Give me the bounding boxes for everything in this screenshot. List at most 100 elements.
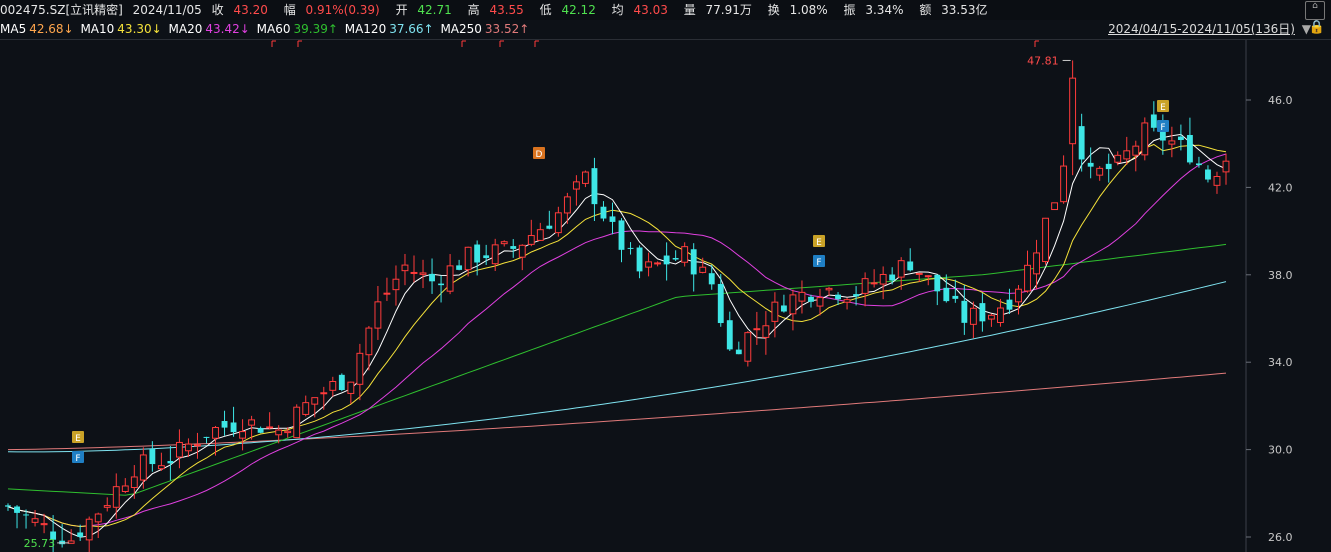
candle-body-up [816, 297, 824, 307]
top-flag-icon [297, 40, 302, 47]
candle-body-down [14, 506, 20, 513]
candle-body-up [987, 314, 995, 320]
candle-body-up [563, 196, 571, 214]
ma10-label: MA10 [80, 22, 115, 36]
candle-body-down [257, 427, 264, 433]
ma120-label: MA120 [344, 22, 387, 36]
y-tick-label: 42.0 [1268, 181, 1293, 194]
candle-body-up [1114, 154, 1122, 163]
candle-body-up [654, 262, 662, 265]
candle-body-up [825, 287, 833, 291]
y-tick-label: 26.0 [1268, 531, 1293, 544]
candle-body-down [1196, 163, 1202, 166]
candle-body-up [157, 465, 165, 470]
candle-body-down [483, 255, 490, 259]
ma120-value: 37.66↑ [389, 22, 434, 36]
change-label: 幅 [283, 3, 296, 17]
candle-body-up [554, 212, 562, 234]
candle-body-up [1213, 176, 1221, 186]
candle-body-up [1042, 217, 1049, 263]
candle-body-down [510, 246, 517, 249]
candle-body-up [374, 301, 382, 329]
candle-body-down [609, 216, 616, 222]
candle-body-down [429, 273, 435, 282]
high-value: 43.55 [489, 3, 524, 17]
candle-body-up [897, 260, 905, 278]
candle-body-down [338, 374, 345, 391]
candle-body-down [1177, 136, 1184, 141]
ma120-line [7, 281, 1227, 453]
candle-body-up [1123, 150, 1131, 160]
candle-body-down [1006, 299, 1013, 310]
candle-body-up [383, 292, 391, 295]
event-marker-label: D [536, 150, 543, 160]
candle-body-down [663, 255, 670, 265]
low-annotation-label: 25.73 [24, 537, 56, 550]
candle-body-up [1069, 77, 1077, 145]
candle-body-down [600, 206, 607, 219]
candle-body-down [717, 283, 724, 324]
candle-body-up [969, 307, 977, 325]
avg-value: 43.03 [633, 3, 668, 17]
candle-body-up [1024, 264, 1031, 292]
ma10-line [7, 143, 1227, 528]
candle-body-down [618, 220, 625, 250]
candle-body-up [879, 273, 887, 285]
ma60-line [7, 243, 1227, 496]
avg-label: 均 [611, 3, 624, 17]
candle-body-up [356, 352, 364, 385]
low-value: 42.12 [561, 3, 596, 17]
date-range-selector[interactable]: 2024/04/15-2024/11/05(136日) [1108, 20, 1295, 39]
candle-body-up [329, 380, 337, 391]
high-label: 高 [467, 3, 480, 17]
candle-body-down [438, 283, 444, 286]
candle-body-up [861, 278, 869, 294]
candle-body-up [491, 244, 499, 265]
candle-body-up [1060, 165, 1068, 203]
candle-body-down [708, 273, 715, 285]
candle-body-up [212, 427, 219, 439]
top-flag-icon [461, 40, 466, 47]
candle-body-down [952, 295, 959, 299]
ma250-line [7, 372, 1227, 451]
candle-body-up [410, 271, 418, 274]
y-tick-label: 34.0 [1268, 356, 1293, 369]
candle-body-up [293, 406, 301, 439]
change-value: 0.91%(0.39) [305, 3, 380, 17]
candle-body-down [934, 274, 941, 292]
candle-body-down [672, 257, 679, 260]
candlestick-chart[interactable]: 26.030.034.038.042.046.047.8125.73EFDEFE… [0, 39, 1331, 552]
event-marker-label: E [75, 434, 81, 444]
y-tick-label: 46.0 [1268, 94, 1293, 107]
candle-body-up [518, 244, 526, 258]
vol-value: 77.91万 [705, 3, 752, 17]
candle-body-up [798, 291, 806, 302]
candle-body-down [1205, 169, 1211, 180]
candle-body-up [419, 272, 427, 275]
candle-body-down [853, 294, 860, 297]
turnover-label: 换 [767, 3, 780, 17]
candle-body-up [870, 282, 878, 285]
ma60-label: MA60 [256, 22, 291, 36]
amp-value: 3.34% [865, 3, 904, 17]
candle-body-up [581, 171, 589, 184]
candle-body-down [474, 244, 481, 263]
candle-body-up [645, 261, 653, 268]
candle-body-down [591, 168, 598, 205]
candle-body-down [1105, 163, 1112, 170]
candle-body-down [1087, 162, 1094, 167]
top-flag-icon [1034, 40, 1039, 47]
ma20-value: 43.42↓ [205, 22, 250, 36]
candle-body-up [103, 505, 111, 508]
candle-body-up [347, 381, 355, 394]
candle-body-up [85, 518, 93, 541]
app-logo-icon[interactable]: ⌂ [1305, 1, 1325, 20]
candle-body-up [924, 275, 932, 278]
lock-icon[interactable]: 🔒 [1309, 20, 1325, 35]
ma5-line [7, 133, 1227, 538]
candle-body-up [681, 246, 689, 263]
candle-body-down [835, 294, 841, 300]
candle-body-up [789, 294, 797, 315]
candle-body-up [401, 264, 409, 272]
turnover-value: 1.08% [789, 3, 828, 17]
